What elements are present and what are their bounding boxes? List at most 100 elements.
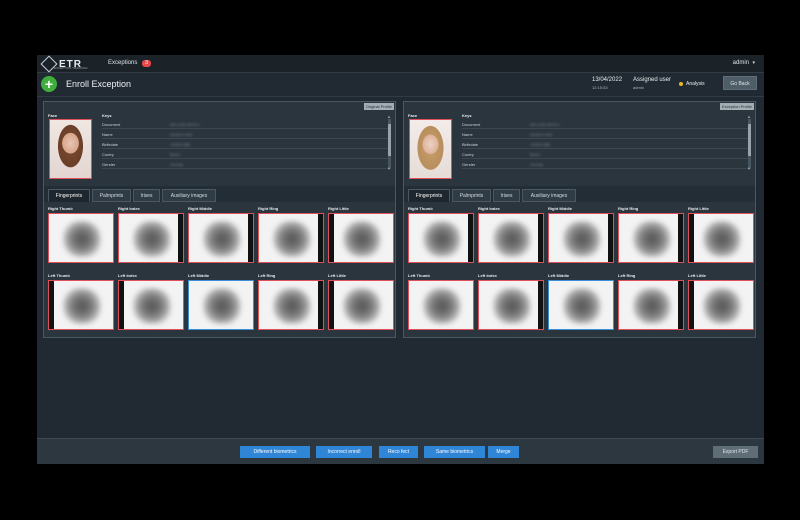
fingerprint-image[interactable] [618, 280, 684, 330]
fingerprint-image[interactable] [618, 213, 684, 263]
tab-palmprints[interactable]: Palmprints [452, 189, 491, 202]
finger-right-thumb[interactable]: Right Thumb [408, 206, 474, 263]
date: 13/04/2022 [592, 77, 623, 83]
finger-right-index[interactable]: Right Index [478, 206, 544, 263]
finger-right-index[interactable]: Right Index [118, 206, 184, 263]
fingerprint-image[interactable] [118, 280, 184, 330]
add-button[interactable]: + [41, 76, 57, 92]
finger-right-middle[interactable]: Right Middle [548, 206, 614, 263]
page-header: + Enroll Exception 13/04/2022 12:15:53 A… [37, 73, 764, 97]
finger-right-thumb[interactable]: Right Thumb [48, 206, 114, 263]
finger-left-middle[interactable]: Left Middle [188, 273, 254, 330]
finger-right-ring[interactable]: Right Ring [618, 206, 684, 263]
key-row: Name Andrea Ortiz [462, 129, 748, 139]
tab-irises[interactable]: Irises [133, 189, 160, 202]
finger-left-middle[interactable]: Left Middle [548, 273, 614, 330]
key-value: Brazil [530, 152, 541, 157]
finger-label: Left Index [118, 273, 137, 278]
assigned-user-value: admin [633, 85, 644, 90]
exceptions-link[interactable]: Exceptions [108, 60, 137, 66]
fingerprint-image[interactable] [548, 213, 614, 263]
finger-left-ring[interactable]: Left Ring [618, 273, 684, 330]
finger-left-little[interactable]: Left Little [328, 273, 394, 330]
fingerprint-image-selected[interactable] [548, 280, 614, 330]
fingerprint-image[interactable] [48, 280, 114, 330]
finger-label: Right Index [118, 206, 140, 211]
status-label: Analysis [686, 81, 705, 87]
fingerprint-image[interactable] [258, 213, 324, 263]
fingerprint-image[interactable] [478, 213, 544, 263]
scroll-down-icon[interactable]: ▼ [747, 166, 751, 171]
finger-right-middle[interactable]: Right Middle [188, 206, 254, 263]
fingerprint-image[interactable] [688, 280, 754, 330]
fingerprint-image[interactable] [688, 213, 754, 263]
finger-right-little[interactable]: Right Little [328, 206, 394, 263]
finger-label: Right Thumb [48, 206, 73, 211]
finger-label: Left Thumb [48, 273, 70, 278]
key-value: Andrea Ortiz [530, 132, 553, 137]
chevron-down-icon[interactable]: ▾ [752, 60, 755, 66]
key-name: Birthdate [462, 142, 479, 147]
finger-left-thumb[interactable]: Left Thumb [48, 273, 114, 330]
finger-left-thumb[interactable]: Left Thumb [408, 273, 474, 330]
biometric-tabs: Fingerprints Palmprints Irises Auxiliary… [404, 186, 755, 202]
finger-label: Left Index [478, 273, 497, 278]
fingerprint-image[interactable] [478, 280, 544, 330]
finger-right-ring[interactable]: Right Ring [258, 206, 324, 263]
face-label: Face [48, 113, 58, 118]
incorrect-enroll-button[interactable]: Incorrect enroll [316, 446, 372, 458]
keys-scrollbar[interactable]: ▲ ▼ [747, 114, 751, 171]
face-photo[interactable] [49, 119, 92, 179]
export-pdf-button[interactable]: Export PDF [713, 446, 758, 458]
keys-list: Document AB-1234-5678-X Name Andrea Ortiz … [462, 119, 748, 169]
fingerprint-image[interactable] [258, 280, 324, 330]
key-row: Gender Female [462, 159, 748, 169]
biometric-tabs: Fingerprints Palmprints Irises Auxiliary… [44, 186, 395, 202]
reco-fect-button[interactable]: Reco fect [379, 446, 418, 458]
key-value: Female [530, 162, 544, 167]
keys-list: Document AB-1234-5678-X Name Andrea Ortiz … [102, 119, 388, 169]
fingerprint-image[interactable] [408, 213, 474, 263]
tab-irises[interactable]: Irises [493, 189, 520, 202]
key-name: Contry [462, 152, 474, 157]
finger-label: Right Little [328, 206, 349, 211]
finger-right-little[interactable]: Right Little [688, 206, 754, 263]
key-value: AB-1234-5678-X [170, 122, 200, 127]
fingerprint-image[interactable] [118, 213, 184, 263]
fingerprint-image[interactable] [408, 280, 474, 330]
same-biometrics-button[interactable]: Same biometrics [424, 446, 485, 458]
go-back-button[interactable]: Go Back [723, 76, 757, 90]
fingerprint-image[interactable] [48, 213, 114, 263]
key-name: Birthdate [102, 142, 119, 147]
finger-left-ring[interactable]: Left Ring [258, 273, 324, 330]
face-label: Face [408, 113, 418, 118]
different-biometrics-button[interactable]: Different biometrics [240, 446, 310, 458]
fingerprint-image[interactable] [328, 213, 394, 263]
finger-left-little[interactable]: Left Little [688, 273, 754, 330]
scroll-up-icon[interactable]: ▲ [747, 114, 751, 119]
key-row: Birthdate 12/06/1988 [462, 139, 748, 149]
original-profile-panel: Original Profile Face Keys Document AB-12… [43, 101, 396, 338]
key-name: Name [102, 132, 113, 137]
scroll-up-icon[interactable]: ▲ [387, 114, 391, 119]
tab-palmprints[interactable]: Palmprints [92, 189, 131, 202]
scrollbar-thumb[interactable] [388, 124, 391, 156]
face-photo[interactable] [409, 119, 452, 179]
keys-scrollbar[interactable]: ▲ ▼ [387, 114, 391, 171]
finger-label: Right Middle [188, 206, 212, 211]
tab-fingerprints[interactable]: Fingerprints [408, 189, 450, 202]
key-name: Document [102, 122, 121, 127]
fingerprint-image-selected[interactable] [188, 280, 254, 330]
tab-auxiliary-images[interactable]: Auxiliary images [162, 189, 216, 202]
tab-fingerprints[interactable]: Fingerprints [48, 189, 90, 202]
user-menu[interactable]: admin [733, 60, 749, 66]
fingerprint-image[interactable] [328, 280, 394, 330]
finger-left-index[interactable]: Left Index [118, 273, 184, 330]
fingerprint-image[interactable] [188, 213, 254, 263]
finger-left-index[interactable]: Left Index [478, 273, 544, 330]
scroll-down-icon[interactable]: ▼ [387, 166, 391, 171]
tab-auxiliary-images[interactable]: Auxiliary images [522, 189, 576, 202]
key-row: Name Andrea Ortiz [102, 129, 388, 139]
scrollbar-thumb[interactable] [748, 124, 751, 156]
merge-button[interactable]: Merge [488, 446, 519, 458]
